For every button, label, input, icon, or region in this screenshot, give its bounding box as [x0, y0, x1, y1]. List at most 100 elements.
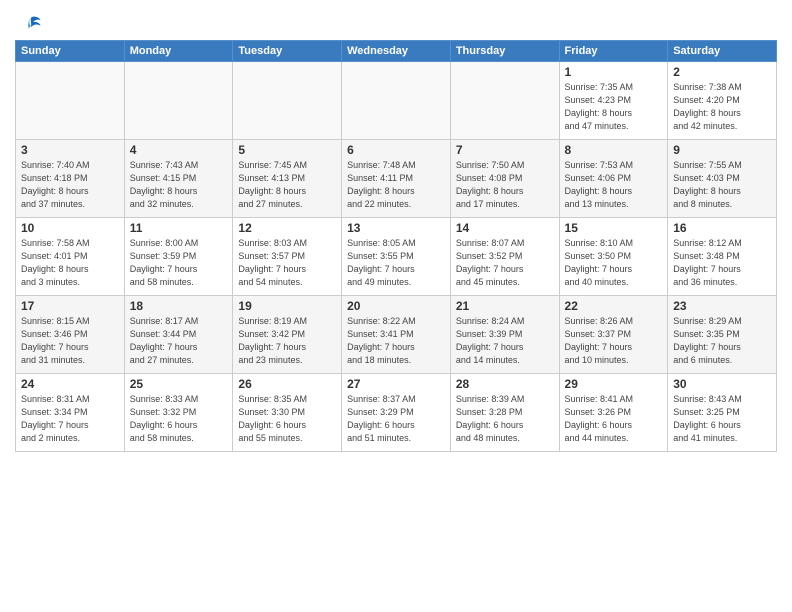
day-number: 14: [456, 221, 554, 235]
calendar-cell: 26 Sunrise: 8:35 AM Sunset: 3:30 PM Dayli…: [233, 374, 342, 452]
calendar-cell: 1 Sunrise: 7:35 AM Sunset: 4:23 PM Daylig…: [559, 62, 668, 140]
day-info: Sunrise: 7:58 AM Sunset: 4:01 PM Dayligh…: [21, 237, 119, 289]
calendar-cell: 24 Sunrise: 8:31 AM Sunset: 3:34 PM Dayli…: [16, 374, 125, 452]
day-info: Sunrise: 8:33 AM Sunset: 3:32 PM Dayligh…: [130, 393, 228, 445]
header: [15, 10, 777, 36]
day-info: Sunrise: 8:05 AM Sunset: 3:55 PM Dayligh…: [347, 237, 445, 289]
weekday-header-monday: Monday: [124, 41, 233, 62]
day-info: Sunrise: 7:38 AM Sunset: 4:20 PM Dayligh…: [673, 81, 771, 133]
day-number: 25: [130, 377, 228, 391]
calendar-body: 1 Sunrise: 7:35 AM Sunset: 4:23 PM Daylig…: [16, 62, 777, 452]
day-info: Sunrise: 7:50 AM Sunset: 4:08 PM Dayligh…: [456, 159, 554, 211]
calendar-cell: 6Sunrise: 7:48 AM Sunset: 4:11 PM Daylig…: [342, 140, 451, 218]
weekday-header-sunday: Sunday: [16, 41, 125, 62]
calendar-cell: 8Sunrise: 7:53 AM Sunset: 4:06 PM Daylig…: [559, 140, 668, 218]
day-info: Sunrise: 8:43 AM Sunset: 3:25 PM Dayligh…: [673, 393, 771, 445]
day-info: Sunrise: 8:22 AM Sunset: 3:41 PM Dayligh…: [347, 315, 445, 367]
weekday-header-saturday: Saturday: [668, 41, 777, 62]
calendar-cell: 29 Sunrise: 8:41 AM Sunset: 3:26 PM Dayli…: [559, 374, 668, 452]
day-info: Sunrise: 8:39 AM Sunset: 3:28 PM Dayligh…: [456, 393, 554, 445]
weekday-header-tuesday: Tuesday: [233, 41, 342, 62]
day-number: 21: [456, 299, 554, 313]
day-number: 17: [21, 299, 119, 313]
calendar-cell: 7 Sunrise: 7:50 AM Sunset: 4:08 PM Daylig…: [450, 140, 559, 218]
day-number: 23: [673, 299, 771, 313]
logo-bird-icon: [20, 14, 42, 36]
day-info: Sunrise: 7:53 AM Sunset: 4:06 PM Dayligh…: [565, 159, 663, 211]
day-number: 30: [673, 377, 771, 391]
calendar-cell: 30 Sunrise: 8:43 AM Sunset: 3:25 PM Dayli…: [668, 374, 777, 452]
day-number: 15: [565, 221, 663, 235]
calendar-cell: [342, 62, 451, 140]
calendar-cell: 5 Sunrise: 7:45 AM Sunset: 4:13 PM Daylig…: [233, 140, 342, 218]
day-number: 1: [565, 65, 663, 79]
calendar-cell: 9 Sunrise: 7:55 AM Sunset: 4:03 PM Daylig…: [668, 140, 777, 218]
header-row: SundayMondayTuesdayWednesdayThursdayFrid…: [16, 41, 777, 62]
calendar-cell: [16, 62, 125, 140]
logo: [15, 14, 42, 36]
day-number: 26: [238, 377, 336, 391]
day-info: Sunrise: 7:40 AM Sunset: 4:18 PM Dayligh…: [21, 159, 119, 211]
calendar-week-1: 1 Sunrise: 7:35 AM Sunset: 4:23 PM Daylig…: [16, 62, 777, 140]
calendar-cell: 27 Sunrise: 8:37 AM Sunset: 3:29 PM Dayli…: [342, 374, 451, 452]
day-number: 18: [130, 299, 228, 313]
day-info: Sunrise: 8:10 AM Sunset: 3:50 PM Dayligh…: [565, 237, 663, 289]
calendar-cell: 16 Sunrise: 8:12 AM Sunset: 3:48 PM Dayli…: [668, 218, 777, 296]
day-number: 7: [456, 143, 554, 157]
calendar-cell: 4Sunrise: 7:43 AM Sunset: 4:15 PM Daylig…: [124, 140, 233, 218]
calendar-cell: 11Sunrise: 8:00 AM Sunset: 3:59 PM Dayli…: [124, 218, 233, 296]
day-number: 9: [673, 143, 771, 157]
weekday-header-friday: Friday: [559, 41, 668, 62]
day-number: 16: [673, 221, 771, 235]
calendar-table: SundayMondayTuesdayWednesdayThursdayFrid…: [15, 40, 777, 452]
calendar-cell: [233, 62, 342, 140]
calendar-week-5: 24 Sunrise: 8:31 AM Sunset: 3:34 PM Dayli…: [16, 374, 777, 452]
day-info: Sunrise: 8:17 AM Sunset: 3:44 PM Dayligh…: [130, 315, 228, 367]
day-info: Sunrise: 8:07 AM Sunset: 3:52 PM Dayligh…: [456, 237, 554, 289]
day-number: 2: [673, 65, 771, 79]
day-info: Sunrise: 7:45 AM Sunset: 4:13 PM Dayligh…: [238, 159, 336, 211]
calendar-cell: [124, 62, 233, 140]
day-info: Sunrise: 7:55 AM Sunset: 4:03 PM Dayligh…: [673, 159, 771, 211]
day-number: 19: [238, 299, 336, 313]
calendar-cell: 3 Sunrise: 7:40 AM Sunset: 4:18 PM Daylig…: [16, 140, 125, 218]
calendar-cell: 2 Sunrise: 7:38 AM Sunset: 4:20 PM Daylig…: [668, 62, 777, 140]
day-number: 3: [21, 143, 119, 157]
day-number: 29: [565, 377, 663, 391]
calendar-cell: 22Sunrise: 8:26 AM Sunset: 3:37 PM Dayli…: [559, 296, 668, 374]
weekday-header-thursday: Thursday: [450, 41, 559, 62]
day-info: Sunrise: 8:29 AM Sunset: 3:35 PM Dayligh…: [673, 315, 771, 367]
day-number: 24: [21, 377, 119, 391]
day-info: Sunrise: 8:00 AM Sunset: 3:59 PM Dayligh…: [130, 237, 228, 289]
calendar-week-3: 10 Sunrise: 7:58 AM Sunset: 4:01 PM Dayli…: [16, 218, 777, 296]
calendar-cell: 10 Sunrise: 7:58 AM Sunset: 4:01 PM Dayli…: [16, 218, 125, 296]
day-number: 28: [456, 377, 554, 391]
calendar-cell: 21 Sunrise: 8:24 AM Sunset: 3:39 PM Dayli…: [450, 296, 559, 374]
day-number: 4: [130, 143, 228, 157]
calendar-cell: 12 Sunrise: 8:03 AM Sunset: 3:57 PM Dayli…: [233, 218, 342, 296]
day-info: Sunrise: 8:41 AM Sunset: 3:26 PM Dayligh…: [565, 393, 663, 445]
day-info: Sunrise: 8:31 AM Sunset: 3:34 PM Dayligh…: [21, 393, 119, 445]
calendar-cell: 13 Sunrise: 8:05 AM Sunset: 3:55 PM Dayli…: [342, 218, 451, 296]
day-info: Sunrise: 8:37 AM Sunset: 3:29 PM Dayligh…: [347, 393, 445, 445]
calendar-cell: 20Sunrise: 8:22 AM Sunset: 3:41 PM Dayli…: [342, 296, 451, 374]
day-number: 27: [347, 377, 445, 391]
calendar-cell: 18 Sunrise: 8:17 AM Sunset: 3:44 PM Dayli…: [124, 296, 233, 374]
day-info: Sunrise: 8:35 AM Sunset: 3:30 PM Dayligh…: [238, 393, 336, 445]
weekday-header-wednesday: Wednesday: [342, 41, 451, 62]
day-number: 10: [21, 221, 119, 235]
day-info: Sunrise: 7:35 AM Sunset: 4:23 PM Dayligh…: [565, 81, 663, 133]
day-info: Sunrise: 8:15 AM Sunset: 3:46 PM Dayligh…: [21, 315, 119, 367]
day-info: Sunrise: 8:24 AM Sunset: 3:39 PM Dayligh…: [456, 315, 554, 367]
calendar-cell: [450, 62, 559, 140]
day-number: 5: [238, 143, 336, 157]
day-info: Sunrise: 8:03 AM Sunset: 3:57 PM Dayligh…: [238, 237, 336, 289]
calendar-cell: 17 Sunrise: 8:15 AM Sunset: 3:46 PM Dayli…: [16, 296, 125, 374]
day-info: Sunrise: 8:12 AM Sunset: 3:48 PM Dayligh…: [673, 237, 771, 289]
day-number: 13: [347, 221, 445, 235]
calendar-cell: 25 Sunrise: 8:33 AM Sunset: 3:32 PM Dayli…: [124, 374, 233, 452]
day-number: 22: [565, 299, 663, 313]
day-info: Sunrise: 8:19 AM Sunset: 3:42 PM Dayligh…: [238, 315, 336, 367]
calendar-cell: 14 Sunrise: 8:07 AM Sunset: 3:52 PM Dayli…: [450, 218, 559, 296]
day-number: 12: [238, 221, 336, 235]
